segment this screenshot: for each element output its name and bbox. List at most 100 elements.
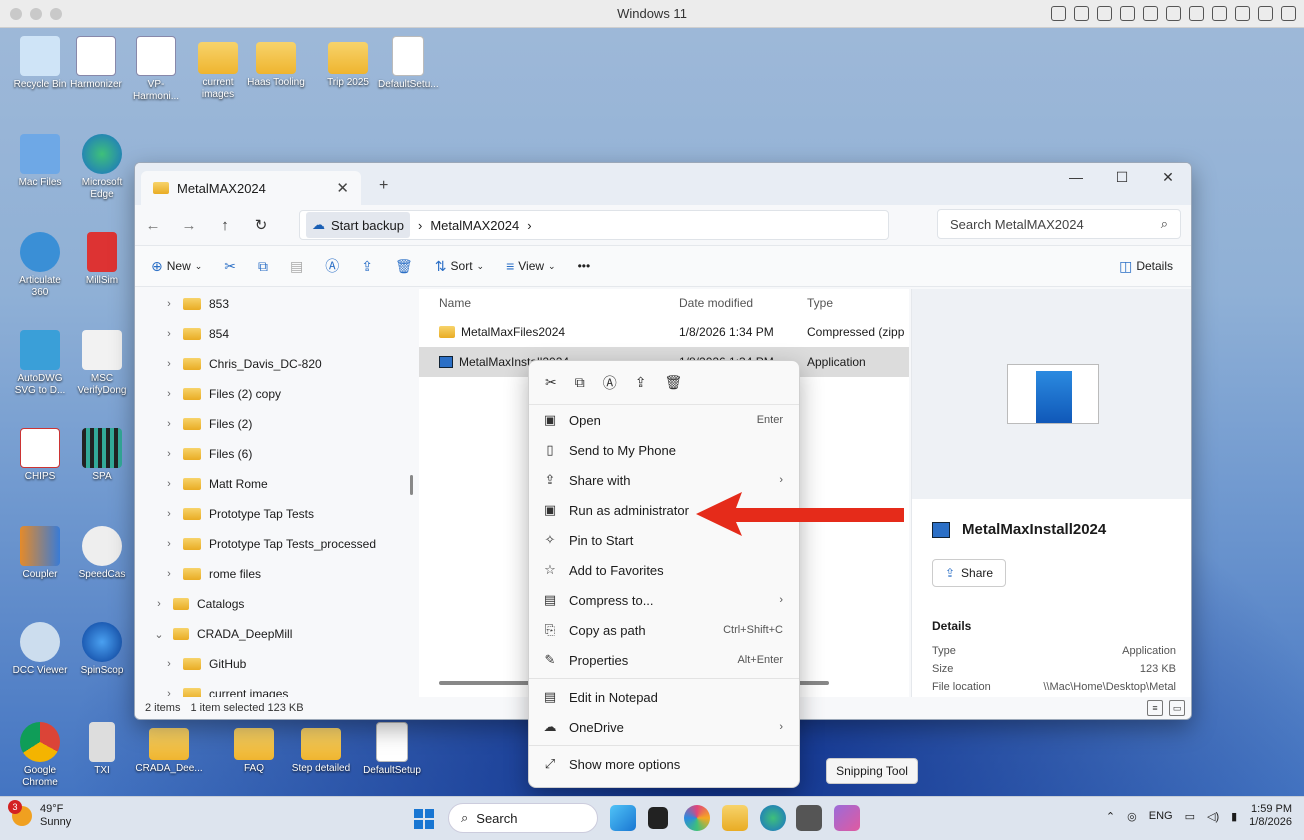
nav-item[interactable]: › GitHub	[135, 649, 417, 679]
printer-icon[interactable]	[1212, 6, 1227, 21]
nav-item[interactable]: ⌄ CRADA_DeepMill	[135, 619, 417, 649]
cut-icon[interactable]: ✂	[224, 258, 236, 275]
details-view-icon[interactable]: ≡	[1147, 700, 1163, 716]
column-name[interactable]: Name	[419, 296, 659, 310]
chevron-right-icon[interactable]: ›	[163, 448, 175, 460]
chevron-right-icon[interactable]: ›	[163, 658, 175, 670]
desktop-icon-edge[interactable]: Microsoft Edge	[74, 134, 130, 201]
close-tab-icon[interactable]: ✕	[336, 179, 349, 197]
desktop-icon-txi[interactable]: TXI	[74, 722, 130, 777]
minimize-button[interactable]: —	[1053, 163, 1099, 191]
column-date-modified[interactable]: Date modified	[659, 296, 795, 310]
nav-scrollbar[interactable]	[410, 475, 413, 495]
desktop-icon-mac-files[interactable]: Mac Files	[10, 134, 70, 189]
new-button[interactable]: ⊕ New ⌄	[151, 258, 202, 275]
tiles-view-icon[interactable]: ▭	[1169, 700, 1185, 716]
edge-icon[interactable]	[760, 805, 786, 831]
context-menu-item[interactable]: ☆ Add to Favorites	[529, 555, 799, 585]
desktop-icon-millsim[interactable]: MillSim	[74, 232, 130, 287]
camera-icon[interactable]	[1235, 6, 1250, 21]
copy-icon[interactable]: ⧉	[575, 374, 585, 391]
context-menu-item[interactable]: ▤ Compress to... ›	[529, 585, 799, 615]
maximize-button[interactable]: ☐	[1099, 163, 1145, 191]
sort-button[interactable]: ⇅ Sort ⌄	[435, 258, 484, 275]
desktop-icon-autodwg[interactable]: AutoDWG SVG to D...	[10, 330, 70, 397]
desktop-icon-spa[interactable]: SPA	[74, 428, 130, 483]
desktop-icon-spinscope[interactable]: SpinScop	[74, 622, 130, 677]
speaker-icon[interactable]	[1166, 6, 1181, 21]
rename-icon[interactable]: Ⓐ	[325, 256, 339, 276]
keyboard-icon[interactable]	[1051, 6, 1066, 21]
speaker-icon[interactable]: ◁)	[1207, 810, 1219, 823]
chevron-down-icon[interactable]: ⌄	[153, 628, 165, 641]
desktop-icon-trip-2025[interactable]: Trip 2025	[318, 36, 378, 89]
desktop-icon-chrome[interactable]: Google Chrome	[10, 722, 70, 789]
nav-item[interactable]: › Chris_Davis_DC-820	[135, 349, 417, 379]
file-row[interactable]: MetalMaxFiles2024 1/8/2026 1:34 PM Compr…	[419, 317, 909, 347]
desktop-icon-coupler[interactable]: Coupler	[10, 526, 70, 581]
nav-item[interactable]: › Files (2)	[135, 409, 417, 439]
file-explorer-icon[interactable]	[722, 805, 748, 831]
copilot-icon[interactable]	[610, 805, 636, 831]
chevron-right-icon[interactable]: ›	[153, 598, 165, 610]
context-menu-item[interactable]: ▤ Edit in Notepad	[529, 682, 799, 712]
desktop-icon-defaultsetup[interactable]: DefaultSetu...	[378, 36, 439, 91]
copilot-app-icon[interactable]	[684, 805, 710, 831]
rename-icon[interactable]: Ⓐ	[603, 373, 617, 393]
details-pane-button[interactable]: ◫ Details	[1119, 258, 1173, 275]
breadcrumb-chevron-icon[interactable]: ›	[527, 218, 531, 233]
start-button[interactable]	[414, 809, 434, 829]
desktop-icon-msc-verify[interactable]: MSC VerifyDong	[74, 330, 130, 397]
settings-icon[interactable]	[1281, 6, 1296, 21]
snipping-tool-icon[interactable]	[834, 805, 860, 831]
search-input[interactable]: Search MetalMAX2024	[950, 217, 1084, 232]
clock[interactable]: 1:59 PM 1/8/2026	[1249, 803, 1292, 829]
desktop-icon-current-images[interactable]: current images	[188, 36, 248, 101]
battery-icon[interactable]: ▮	[1231, 810, 1237, 823]
nav-item[interactable]: › Prototype Tap Tests_processed	[135, 529, 417, 559]
desktop-icon-speedcast[interactable]: SpeedCas	[74, 526, 130, 581]
delete-icon[interactable]: 🗑	[664, 374, 682, 391]
language-indicator[interactable]: ENG	[1149, 810, 1173, 822]
usb-icon[interactable]	[1097, 6, 1112, 21]
device-icon[interactable]	[1074, 6, 1089, 21]
nav-item[interactable]: › Files (6)	[135, 439, 417, 469]
chevron-right-icon[interactable]: ›	[163, 538, 175, 550]
chevron-right-icon[interactable]: ›	[163, 418, 175, 430]
context-menu-item[interactable]: ▯ Send to My Phone	[529, 435, 799, 465]
share-icon[interactable]	[1258, 6, 1273, 21]
cd-icon[interactable]	[1120, 6, 1135, 21]
share-button[interactable]: ⇪ Share	[932, 559, 1006, 587]
context-menu-item[interactable]: ⤢ Show more options	[529, 749, 799, 779]
chevron-right-icon[interactable]: ›	[163, 358, 175, 370]
desktop-icon-articulate[interactable]: Articulate 360	[10, 232, 70, 299]
refresh-icon[interactable]: ↻	[253, 216, 269, 234]
close-window-button[interactable]: ✕	[1145, 163, 1191, 191]
address-bar[interactable]: ☁ Start backup › MetalMAX2024 ›	[299, 210, 889, 240]
new-tab-icon[interactable]: +	[379, 177, 388, 195]
share-icon[interactable]: ⇪	[635, 374, 647, 391]
desktop-icon-defaultsetup-2[interactable]: DefaultSetup	[360, 722, 424, 777]
desktop-icon-crada[interactable]: CRADA_Dee...	[134, 722, 204, 775]
chevron-right-icon[interactable]: ›	[163, 508, 175, 520]
nav-item[interactable]: › Files (2) copy	[135, 379, 417, 409]
network-icon[interactable]	[1143, 6, 1158, 21]
chevron-right-icon[interactable]: ›	[163, 478, 175, 490]
network-icon[interactable]: ◎	[1127, 810, 1137, 823]
chevron-right-icon[interactable]: ›	[163, 388, 175, 400]
nav-item[interactable]: › Prototype Tap Tests	[135, 499, 417, 529]
chevron-right-icon[interactable]: ›	[163, 298, 175, 310]
more-options-button[interactable]: •••	[578, 259, 591, 273]
nav-item[interactable]: › Catalogs	[135, 589, 417, 619]
desktop-icon-haas-tooling[interactable]: Haas Tooling	[246, 36, 306, 89]
context-menu-item[interactable]: ⎘ Copy as path Ctrl+Shift+C	[529, 615, 799, 645]
breadcrumb-start-backup[interactable]: ☁ Start backup	[306, 212, 410, 238]
view-button[interactable]: ≡ View ⌄	[506, 258, 556, 274]
nav-item[interactable]: › rome files	[135, 559, 417, 589]
nav-item[interactable]: › 854	[135, 319, 417, 349]
search-box[interactable]: Search MetalMAX2024 ⌕	[937, 209, 1181, 239]
display-icon[interactable]: ▭	[1185, 810, 1195, 823]
back-arrow-icon[interactable]: ←	[145, 217, 161, 234]
column-type[interactable]: Type	[795, 296, 905, 310]
desktop-icon-harmonizer[interactable]: Harmonizer	[66, 36, 126, 91]
